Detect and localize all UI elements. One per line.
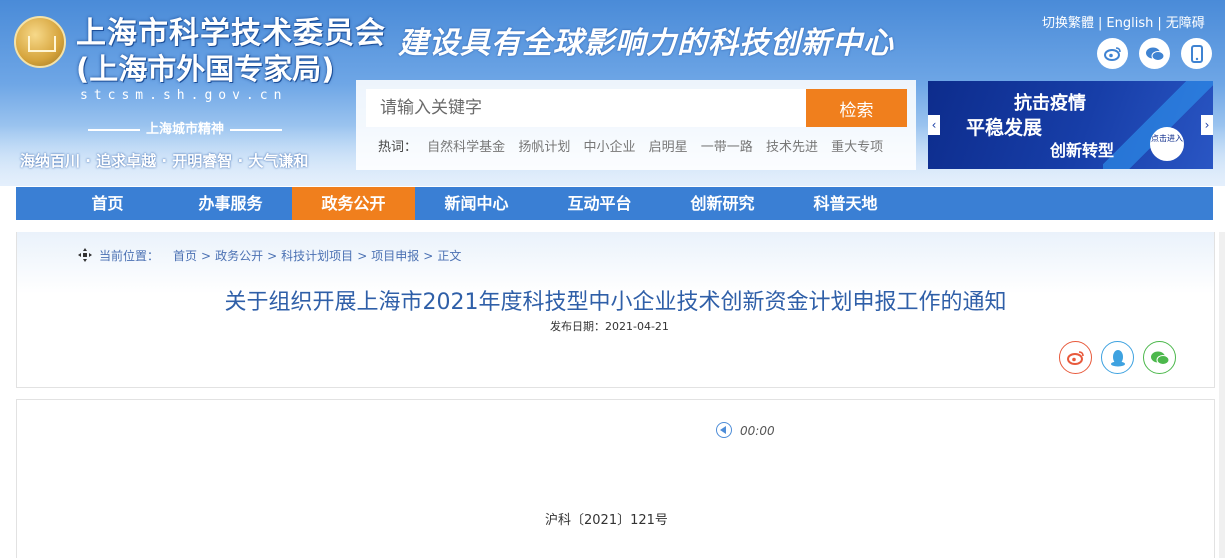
accessibility-link[interactable]: 无障碍: [1166, 16, 1205, 31]
nav-item-interaction[interactable]: 互动平台: [538, 187, 661, 220]
breadcrumb-current[interactable]: 正文: [437, 249, 461, 263]
nav-item-services[interactable]: 办事服务: [169, 187, 292, 220]
breadcrumb-projects[interactable]: 科技计划项目: [281, 249, 353, 263]
site-slogan: 建设具有全球影响力的科技创新中心: [398, 26, 894, 61]
top-links: 切换繁體 | English | 无障碍: [1042, 12, 1205, 31]
emblem-logo-icon[interactable]: [14, 16, 66, 68]
mobile-icon[interactable]: [1181, 38, 1212, 69]
publish-date: 发布日期：2021-04-21: [550, 318, 669, 334]
share-qq-icon[interactable]: [1101, 341, 1134, 374]
share-wechat-icon[interactable]: [1143, 341, 1176, 374]
location-icon: [78, 248, 92, 262]
breadcrumb-separator: >: [357, 249, 368, 263]
article-body-panel: [16, 399, 1215, 558]
audio-time: 00:00: [740, 424, 775, 438]
breadcrumb-separator: >: [267, 249, 278, 263]
publish-date-value: 2021-04-21: [605, 320, 669, 333]
banner-line-1: 抗击疫情: [1014, 93, 1086, 114]
banner-next-icon[interactable]: ›: [1201, 115, 1213, 135]
top-link-separator: |: [1098, 16, 1103, 31]
search-input[interactable]: [366, 89, 806, 127]
traditional-chinese-link[interactable]: 切换繁體: [1042, 16, 1094, 31]
audio-player[interactable]: 00:00: [716, 422, 775, 438]
hot-word-link[interactable]: 扬帆计划: [518, 140, 570, 155]
breadcrumb: 当前位置： 首页 > 政务公开 > 科技计划项目 > 项目申报 > 正文: [78, 247, 461, 264]
breadcrumb-home[interactable]: 首页: [173, 249, 197, 263]
breadcrumb-separator: >: [201, 249, 212, 263]
audio-play-icon[interactable]: [716, 422, 732, 438]
hot-word-link[interactable]: 启明星: [649, 140, 688, 155]
banner-line-3: 创新转型: [1050, 141, 1115, 160]
hot-word-link[interactable]: 自然科学基金: [427, 140, 505, 155]
nav-item-science-popularization[interactable]: 科普天地: [784, 187, 907, 220]
banner-prev-icon[interactable]: ‹: [928, 115, 940, 135]
search-button[interactable]: 检索: [806, 89, 907, 127]
hot-word-link[interactable]: 重大专项: [831, 140, 883, 155]
weibo-icon[interactable]: [1097, 38, 1128, 69]
english-link[interactable]: English: [1106, 16, 1153, 31]
header-social-icons: [1097, 38, 1212, 69]
search-area: 检索 热词： 自然科学基金 扬帆计划 中小企业 启明星 一带一路 技术先进 重大…: [356, 80, 916, 170]
top-link-separator: |: [1157, 16, 1162, 31]
hot-words: 热词： 自然科学基金 扬帆计划 中小企业 启明星 一带一路 技术先进 重大专项: [378, 136, 892, 155]
banner-click-button[interactable]: 点击进入: [1150, 127, 1184, 161]
share-weibo-icon[interactable]: [1059, 341, 1092, 374]
city-spirit-title: 上海城市精神: [70, 118, 300, 137]
site-domain: stcsm.sh.gov.cn: [80, 88, 288, 103]
wechat-icon[interactable]: [1139, 38, 1170, 69]
city-spirit-text: 海纳百川 · 追求卓越 · 开明睿智 · 大气谦和: [20, 152, 309, 170]
nav-item-home[interactable]: 首页: [46, 187, 169, 220]
page-scrollbar[interactable]: [1219, 232, 1225, 558]
nav-item-research[interactable]: 创新研究: [661, 187, 784, 220]
publish-date-label: 发布日期：: [550, 320, 605, 333]
breadcrumb-government-affairs[interactable]: 政务公开: [215, 249, 263, 263]
article-title: 关于组织开展上海市2021年度科技型中小企业技术创新资金计划申报工作的通知: [224, 290, 1007, 315]
breadcrumb-separator: >: [423, 249, 434, 263]
promo-banner[interactable]: ‹ › 抗击疫情 平稳发展 创新转型 点击进入: [928, 81, 1213, 169]
banner-line-2: 平稳发展: [966, 117, 1043, 139]
org-name-secondary[interactable]: (上海市外国专家局): [76, 46, 335, 88]
main-nav: 首页 办事服务 政务公开 新闻中心 互动平台 创新研究 科普天地: [16, 187, 1213, 220]
breadcrumb-application[interactable]: 项目申报: [371, 249, 419, 263]
breadcrumb-label: 当前位置：: [99, 249, 160, 263]
hot-words-label: 热词：: [378, 140, 418, 155]
hot-word-link[interactable]: 技术先进: [766, 140, 818, 155]
site-header: 上海市科学技术委员会 (上海市外国专家局) stcsm.sh.gov.cn 上海…: [0, 0, 1225, 186]
nav-item-news[interactable]: 新闻中心: [415, 187, 538, 220]
hot-word-link[interactable]: 中小企业: [583, 140, 635, 155]
document-number: 沪科〔2021〕121号: [545, 513, 668, 528]
article-share-icons: [1059, 341, 1176, 374]
hot-word-link[interactable]: 一带一路: [701, 140, 753, 155]
nav-item-government-affairs[interactable]: 政务公开: [292, 187, 415, 220]
